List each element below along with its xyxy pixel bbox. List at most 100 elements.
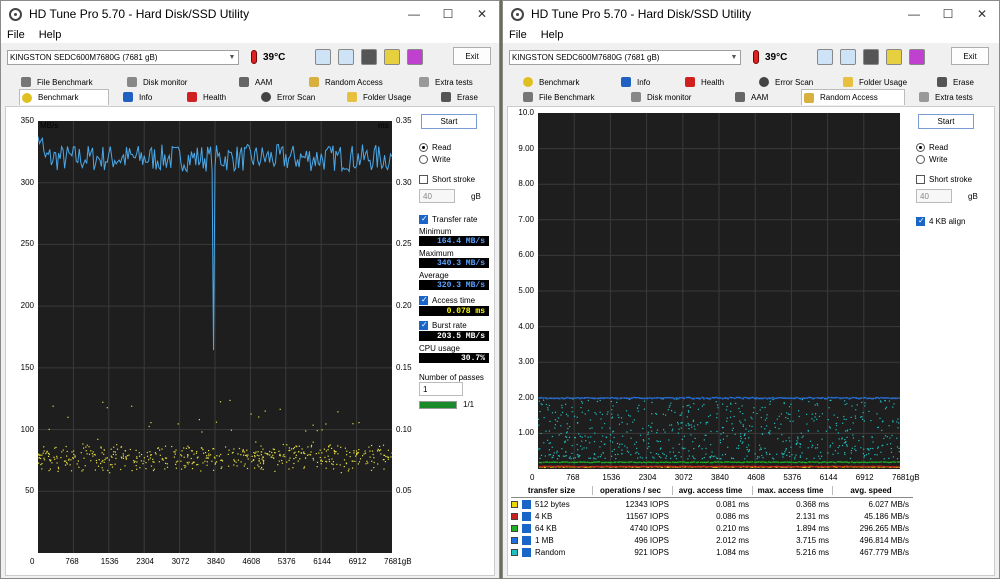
random-point: [609, 427, 611, 429]
tab-aam[interactable]: AAM: [237, 75, 272, 89]
access-time-point: [214, 462, 217, 464]
burst-rate-checkbox[interactable]: Burst rate: [419, 319, 491, 331]
start-button[interactable]: Start: [918, 114, 974, 129]
minimize-icon[interactable]: —: [897, 1, 931, 27]
write-radio[interactable]: Write: [419, 153, 491, 165]
maximize-icon[interactable]: ☐: [931, 1, 965, 27]
series-point: [717, 461, 720, 463]
random-point: [662, 452, 664, 454]
write-radio[interactable]: Write: [916, 153, 992, 165]
save-icon[interactable]: [407, 49, 424, 65]
series-checkbox[interactable]: [522, 523, 531, 533]
camera-icon[interactable]: [361, 49, 378, 65]
menu-file[interactable]: File: [7, 29, 25, 41]
series-point: [810, 465, 813, 467]
stroke-spinner[interactable]: 40 gB: [916, 189, 992, 203]
tab-error-scan[interactable]: Error Scan: [259, 90, 315, 104]
tab-disk-monitor[interactable]: Disk monitor: [125, 75, 187, 89]
tab-error-scan[interactable]: Error Scan: [757, 75, 813, 89]
random-point: [614, 454, 616, 456]
tab-erase[interactable]: Erase: [439, 90, 478, 104]
tab-health[interactable]: Health: [185, 90, 226, 104]
access-time-point: [329, 444, 331, 446]
minimize-icon[interactable]: —: [397, 1, 431, 27]
short-stroke-checkbox[interactable]: Short stroke: [419, 173, 491, 185]
options-icon[interactable]: [384, 49, 401, 65]
series-point: [679, 461, 682, 463]
close-icon[interactable]: ✕: [465, 1, 499, 27]
series-point: [566, 461, 569, 463]
tab-erase[interactable]: Erase: [935, 75, 974, 89]
exit-button[interactable]: Exit: [453, 47, 491, 65]
title-bar[interactable]: HD Tune Pro 5.70 - Hard Disk/SSD Utility…: [503, 1, 999, 27]
random-point: [751, 425, 753, 428]
read-radio[interactable]: Read: [419, 141, 491, 153]
drive-select[interactable]: KINGSTON SEDC600M7680G (7681 gB) ▼: [509, 49, 741, 65]
tab-info[interactable]: Info: [619, 75, 650, 89]
random-point: [587, 399, 589, 402]
exit-button[interactable]: Exit: [951, 47, 989, 65]
tab-benchmark[interactable]: Benchmark: [19, 89, 109, 105]
y-tick-label: 100: [20, 424, 34, 434]
series-point: [773, 465, 776, 468]
tab-benchmark[interactable]: Benchmark: [521, 75, 579, 89]
access-time-point: [387, 449, 389, 451]
series-checkbox[interactable]: [522, 499, 531, 509]
align-checkbox[interactable]: 4 KB align: [916, 215, 992, 227]
transfer-rate-checkbox[interactable]: Transfer rate: [419, 213, 491, 225]
access-time-point: [312, 457, 314, 459]
series-checkbox[interactable]: [522, 547, 531, 557]
camera-icon[interactable]: [863, 49, 880, 65]
series-point: [570, 397, 573, 399]
tab-random-access[interactable]: Random Access: [801, 89, 905, 105]
random-point: [785, 448, 787, 450]
tab-extra-tests[interactable]: Extra tests: [417, 75, 473, 89]
copy-all-icon[interactable]: [840, 49, 857, 65]
series-point: [692, 398, 695, 400]
start-button[interactable]: Start: [421, 114, 477, 129]
maximize-icon[interactable]: ☐: [431, 1, 465, 27]
random-point: [778, 415, 780, 417]
series-point: [699, 465, 702, 468]
tab-disk-monitor[interactable]: Disk monitor: [629, 90, 691, 104]
tab-random-access[interactable]: Random Access: [307, 75, 383, 89]
tab-file-benchmark[interactable]: File Benchmark: [521, 90, 595, 104]
copy-all-icon[interactable]: [338, 49, 355, 65]
menu-file[interactable]: File: [509, 29, 527, 41]
series-point: [860, 461, 863, 463]
tab-health[interactable]: Health: [683, 75, 724, 89]
tab-aam[interactable]: AAM: [733, 90, 768, 104]
tab-folder-usage[interactable]: Folder Usage: [345, 90, 411, 104]
pass-progress-text: 1/1: [463, 400, 475, 409]
series-point: [855, 397, 858, 399]
access-time-checkbox[interactable]: Access time: [419, 294, 491, 306]
short-stroke-checkbox[interactable]: Short stroke: [916, 173, 992, 185]
menu-help[interactable]: Help: [39, 29, 62, 41]
close-icon[interactable]: ✕: [965, 1, 999, 27]
tab-file-benchmark[interactable]: File Benchmark: [19, 75, 93, 89]
series-point: [665, 461, 668, 463]
save-icon[interactable]: [909, 49, 926, 65]
tab-info[interactable]: Info: [121, 90, 152, 104]
random-point: [801, 436, 803, 438]
options-icon[interactable]: [886, 49, 903, 65]
tab-folder-usage[interactable]: Folder Usage: [841, 75, 907, 89]
series-checkbox[interactable]: [522, 511, 531, 521]
title-bar[interactable]: HD Tune Pro 5.70 - Hard Disk/SSD Utility…: [1, 1, 499, 27]
access-time-point: [284, 456, 286, 458]
copy-icon[interactable]: [315, 49, 332, 65]
tab-extra-tests[interactable]: Extra tests: [917, 90, 973, 104]
random-point: [560, 432, 562, 435]
access-time-point: [297, 460, 299, 462]
stroke-spinner[interactable]: 40 gB: [419, 189, 491, 203]
random-point: [795, 443, 797, 445]
passes-spinner[interactable]: 1: [419, 382, 491, 396]
read-radio[interactable]: Read: [916, 141, 992, 153]
menu-help[interactable]: Help: [541, 29, 564, 41]
access-time-point: [57, 466, 59, 468]
copy-icon[interactable]: [817, 49, 834, 65]
drive-select[interactable]: KINGSTON SEDC600M7680G (7681 gB) ▼: [7, 49, 239, 65]
series-point: [610, 465, 613, 468]
series-checkbox[interactable]: [522, 535, 531, 545]
tab-label: Health: [203, 92, 227, 102]
